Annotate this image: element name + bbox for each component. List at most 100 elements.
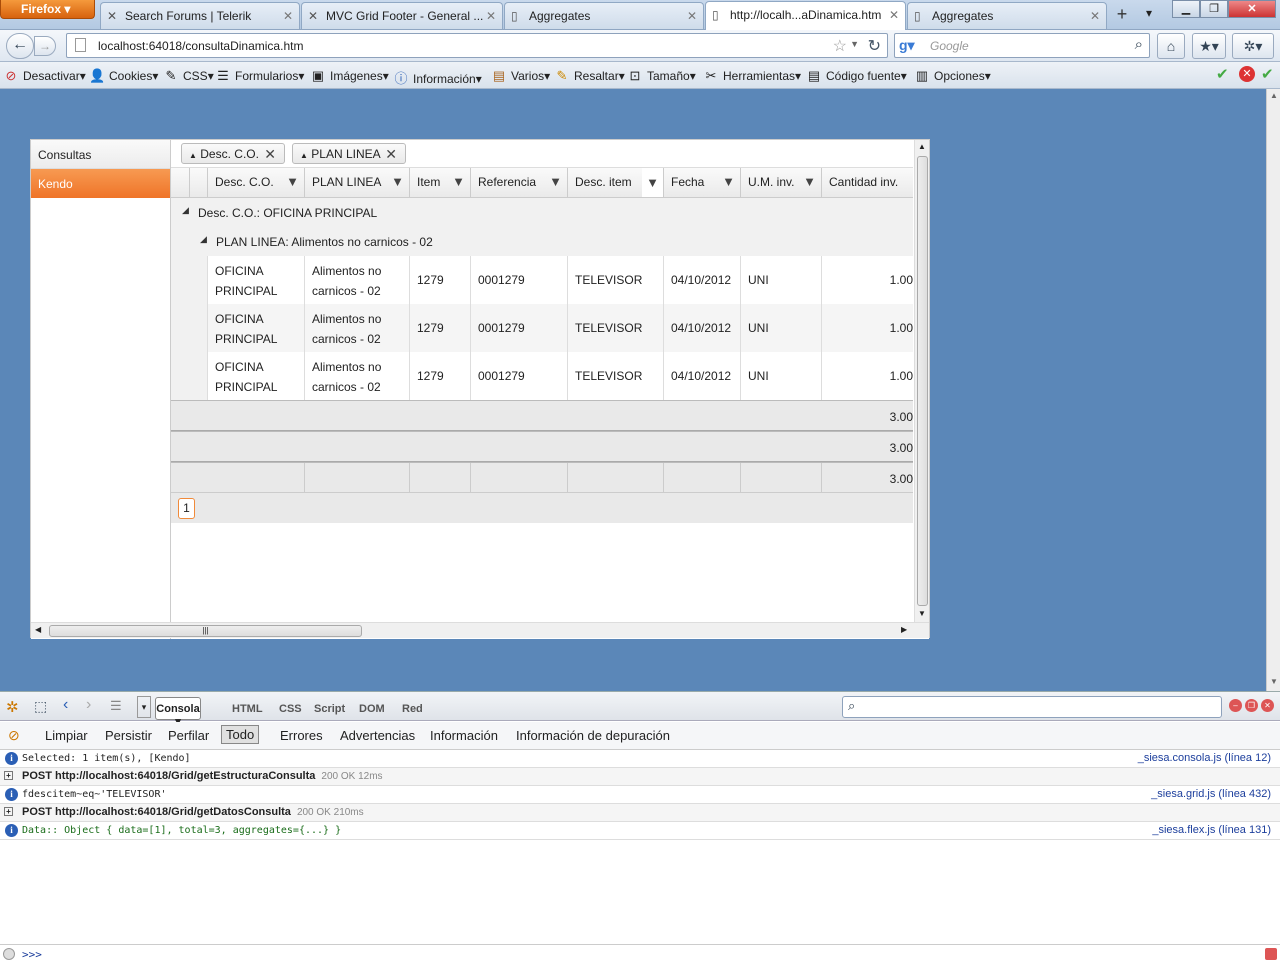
- filter-todo[interactable]: Todo: [221, 725, 260, 744]
- grid-horizontal-scrollbar[interactable]: ◀ ||| ▶: [31, 622, 929, 638]
- tab-css[interactable]: CSS: [279, 703, 302, 715]
- back-button[interactable]: ←: [6, 33, 34, 59]
- column-header-desc-item[interactable]: Desc. item ▼: [567, 168, 663, 198]
- filter-advertencias[interactable]: Advertencias: [340, 728, 415, 743]
- chevron-down-icon[interactable]: ▼: [850, 39, 859, 49]
- log-source-link[interactable]: _siesa.grid.js (línea 432): [1151, 788, 1271, 800]
- log-source-link[interactable]: _siesa.flex.js (línea 131): [1152, 824, 1271, 836]
- column-header-fecha[interactable]: Fecha ▼: [663, 168, 740, 198]
- tab-consola[interactable]: Consola ▾: [155, 697, 201, 728]
- scrollbar-thumb[interactable]: [917, 156, 928, 606]
- group-row-plan-linea[interactable]: ◢ PLAN LINEA: Alimentos no carnicos - 02: [171, 227, 913, 256]
- grid-vertical-scrollbar[interactable]: ▲ ▼: [914, 140, 929, 623]
- scroll-left-icon[interactable]: ◀: [35, 625, 41, 634]
- firebug-search-input[interactable]: ⌕: [842, 696, 1222, 718]
- tab-red[interactable]: Red: [402, 703, 423, 715]
- wd-formularios[interactable]: ☰ Formularios▾: [215, 68, 304, 84]
- filter-icon[interactable]: ▼: [803, 174, 816, 189]
- url-bar[interactable]: localhost:64018/consultaDinamica.htm ☆ ▼…: [66, 33, 888, 58]
- collapse-icon[interactable]: ◢: [200, 234, 207, 245]
- filter-icon[interactable]: ▼: [642, 168, 663, 197]
- tab-consulta-dinamica[interactable]: ▯ http://localh...aDinamica.htm ✕: [705, 1, 906, 30]
- chevron-down-icon[interactable]: ▾: [137, 696, 151, 718]
- wd-imagenes[interactable]: ▣ Imágenes▾: [310, 68, 389, 84]
- tab-aggregates-2[interactable]: ▯ Aggregates ✕: [907, 2, 1107, 29]
- table-row[interactable]: OFICINA PRINCIPAL Alimentos no carnicos …: [171, 352, 913, 400]
- column-header-referencia[interactable]: Referencia ▼: [470, 168, 567, 198]
- firebug-button[interactable]: ✲▾: [1232, 33, 1274, 59]
- tab-script[interactable]: Script: [314, 703, 345, 715]
- filter-informacion[interactable]: Información: [430, 728, 498, 743]
- bookmarks-button[interactable]: ★▾: [1192, 33, 1226, 59]
- error-icon[interactable]: ✕: [1239, 66, 1255, 82]
- sidebar-item-consultas[interactable]: Consultas: [31, 140, 170, 169]
- check-icon[interactable]: ✔: [1261, 65, 1274, 83]
- column-header-plan-linea[interactable]: PLAN LINEA ▼: [304, 168, 409, 198]
- wd-informacion[interactable]: ⓘ Información▾: [393, 68, 481, 87]
- console-log-entry[interactable]: i Data:: Object { data=[1], total=3, agg…: [0, 822, 1280, 840]
- column-header-cantidad-inv[interactable]: Cantidad inv.: [821, 168, 913, 198]
- check-icon[interactable]: ✔: [1216, 65, 1229, 83]
- forward-icon[interactable]: ›: [86, 696, 91, 714]
- minimize-icon[interactable]: –: [1229, 699, 1242, 712]
- group-chip-plan-linea[interactable]: ▲ PLAN LINEA ✕: [292, 143, 406, 164]
- home-button[interactable]: ⌂: [1157, 33, 1185, 59]
- column-header-item[interactable]: Item ▼: [409, 168, 470, 198]
- close-icon[interactable]: ✕: [486, 9, 496, 23]
- wd-varios[interactable]: ▤ Varios▾: [491, 68, 550, 84]
- filter-icon[interactable]: ▼: [452, 174, 465, 189]
- table-row[interactable]: OFICINA PRINCIPAL Alimentos no carnicos …: [171, 256, 913, 304]
- tab-list-button[interactable]: ▾: [1137, 2, 1167, 29]
- bookmark-star-icon[interactable]: ☆: [833, 36, 847, 56]
- button-limpiar[interactable]: Limpiar: [45, 728, 88, 743]
- reload-icon[interactable]: ↻: [868, 36, 881, 56]
- filter-icon[interactable]: ▼: [391, 174, 404, 189]
- console-toggle-icon[interactable]: [1265, 948, 1277, 960]
- filter-icon[interactable]: ▼: [722, 174, 735, 189]
- console-log-entry[interactable]: i fdescitem~eq~'TELEVISOR' _siesa.grid.j…: [0, 786, 1280, 804]
- tab-dom[interactable]: DOM: [359, 703, 385, 715]
- scroll-down-icon[interactable]: ▼: [918, 609, 926, 618]
- filter-depuracion[interactable]: Información de depuración: [516, 728, 670, 743]
- detach-icon[interactable]: ❐: [1245, 699, 1258, 712]
- wd-opciones[interactable]: ▥ Opciones▾: [914, 68, 991, 84]
- remove-group-icon[interactable]: ✕: [385, 146, 397, 163]
- table-row[interactable]: OFICINA PRINCIPAL Alimentos no carnicos …: [171, 304, 913, 352]
- list-icon[interactable]: ☰: [110, 698, 122, 714]
- remove-group-icon[interactable]: ✕: [264, 146, 276, 163]
- console-command-line[interactable]: >>>: [0, 944, 1280, 966]
- new-tab-button[interactable]: +: [1109, 3, 1135, 27]
- close-icon[interactable]: ✕: [283, 9, 293, 23]
- collapse-icon[interactable]: ◢: [182, 205, 189, 216]
- log-source-link[interactable]: _siesa.consola.js (línea 12): [1138, 752, 1271, 764]
- scroll-right-icon[interactable]: ▶: [901, 625, 907, 634]
- sidebar-item-kendo[interactable]: Kendo: [31, 169, 170, 198]
- forward-button[interactable]: →: [34, 36, 56, 56]
- wd-codigo-fuente[interactable]: ▤ Código fuente▾: [806, 68, 907, 84]
- wd-tamano[interactable]: ⊡ Tamaño▾: [627, 68, 696, 84]
- column-header-desc-co[interactable]: Desc. C.O. ▼: [207, 168, 304, 198]
- filter-icon[interactable]: ▼: [549, 174, 562, 189]
- wd-herramientas[interactable]: ✂ Herramientas▾: [703, 68, 802, 84]
- group-chip-desc-co[interactable]: ▲ Desc. C.O. ✕: [181, 143, 285, 164]
- tab-mvc-grid-footer[interactable]: ✕ MVC Grid Footer - General ... ✕: [301, 2, 503, 29]
- tab-search-forums[interactable]: ✕ Search Forums | Telerik ✕: [100, 2, 300, 29]
- maximize-button[interactable]: ❐: [1200, 0, 1228, 18]
- button-persistir[interactable]: Persistir: [105, 728, 152, 743]
- clear-icon[interactable]: ⊘: [8, 727, 20, 744]
- console-log-entry[interactable]: i Selected: 1 item(s), [Kendo] _siesa.co…: [0, 750, 1280, 768]
- close-icon[interactable]: ✕: [889, 8, 899, 22]
- column-header-um-inv[interactable]: U.M. inv. ▼: [740, 168, 821, 198]
- wd-cookies[interactable]: 👤 Cookies▾: [89, 68, 158, 84]
- firebug-icon[interactable]: ✲: [6, 698, 19, 716]
- window-close-button[interactable]: ✕: [1228, 0, 1276, 18]
- close-icon[interactable]: ✕: [687, 9, 697, 23]
- search-input[interactable]: g▾ Google ⌕: [894, 33, 1150, 58]
- button-perfilar[interactable]: Perfilar: [168, 728, 209, 743]
- firefox-menu-button[interactable]: Firefox ▾: [0, 0, 95, 19]
- group-row-desc-co[interactable]: ◢ Desc. C.O.: OFICINA PRINCIPAL: [171, 198, 913, 227]
- search-icon[interactable]: ⌕: [1135, 36, 1143, 53]
- page-vertical-scrollbar[interactable]: ▲ ▼: [1266, 89, 1280, 691]
- close-icon[interactable]: ✕: [1261, 699, 1274, 712]
- console-request-entry[interactable]: + POST http://localhost:64018/Grid/getEs…: [0, 768, 1280, 786]
